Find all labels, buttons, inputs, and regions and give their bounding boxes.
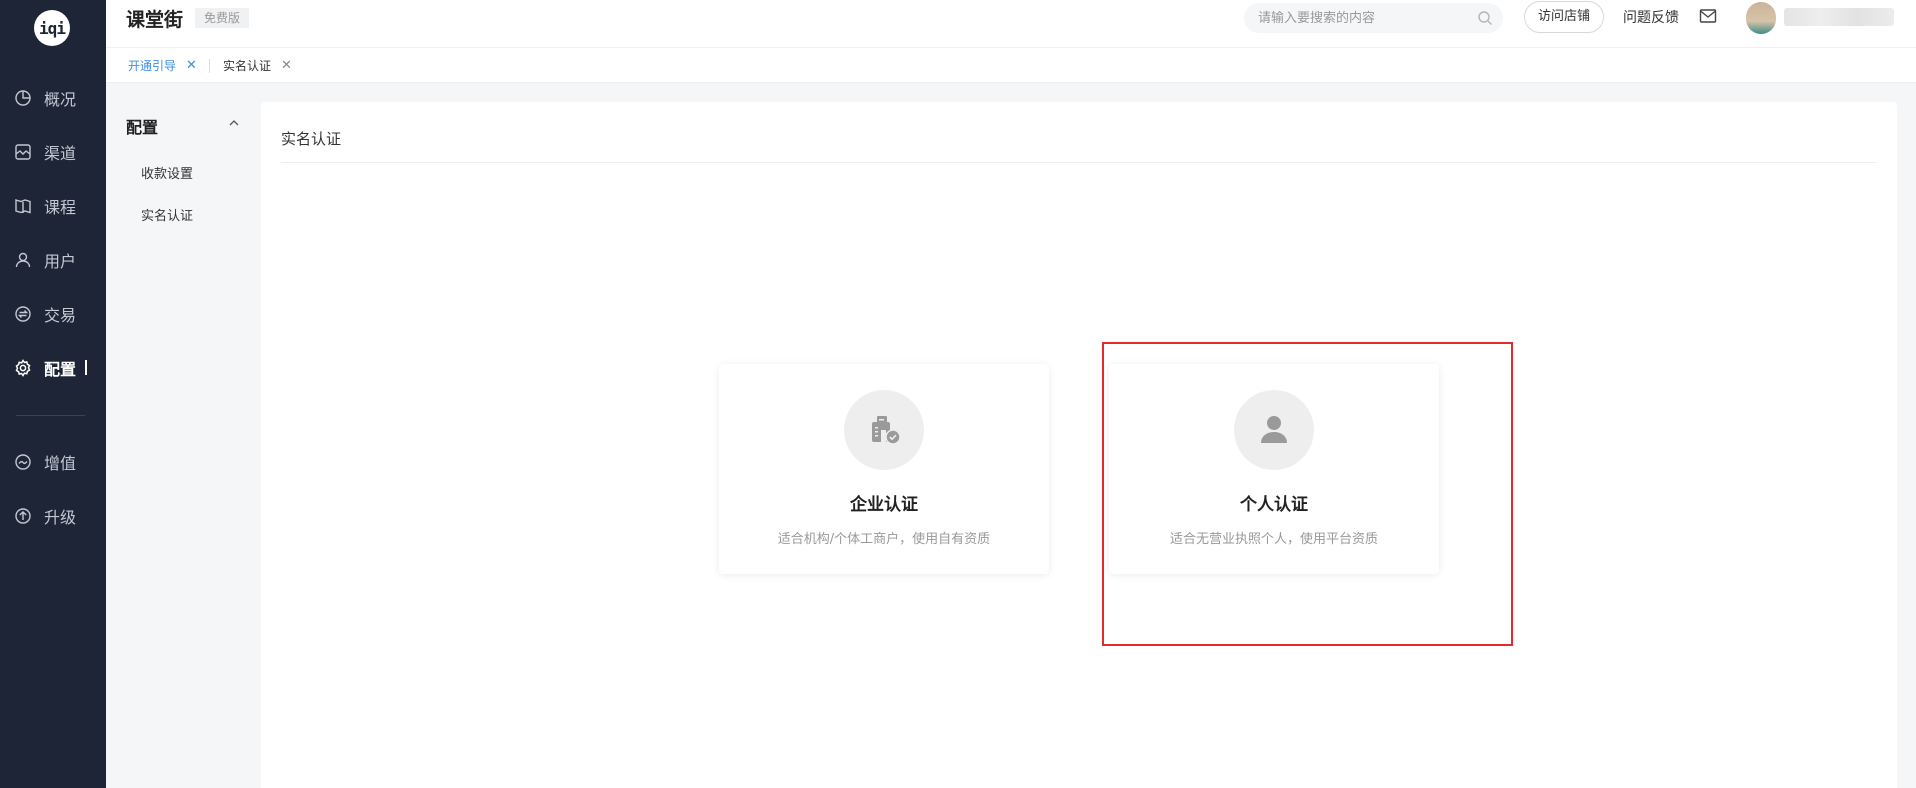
nav-label-channel: 渠道 bbox=[44, 144, 77, 163]
nav-label-config: 配置 bbox=[44, 360, 77, 379]
nav-label-overview: 概况 bbox=[44, 90, 77, 109]
config-submenu: 配置 收款设置 实名认证 bbox=[106, 84, 261, 788]
tab-onboarding-guide[interactable]: 开通引导 ✕ bbox=[128, 57, 197, 74]
user-avatar[interactable] bbox=[1746, 2, 1776, 34]
search-icon[interactable] bbox=[1477, 10, 1493, 26]
nav-label-value-added: 增值 bbox=[44, 454, 77, 473]
card-description: 适合机构/个体工商户，使用自有资质 bbox=[777, 532, 991, 547]
pie-chart-icon bbox=[15, 90, 31, 106]
personal-icon-circle bbox=[1234, 390, 1314, 470]
page-title: 实名认证 bbox=[281, 130, 342, 148]
card-description: 适合无营业执照个人，使用平台资质 bbox=[1169, 532, 1378, 547]
nav-item-trade[interactable]: 交易 bbox=[0, 298, 106, 330]
tab-real-name-auth[interactable]: 实名认证 ✕ bbox=[223, 57, 292, 74]
close-icon[interactable]: ✕ bbox=[281, 58, 292, 73]
mail-icon[interactable] bbox=[1699, 8, 1717, 24]
nav-label-user: 用户 bbox=[44, 252, 77, 271]
exchange-icon bbox=[15, 306, 31, 322]
nav-item-overview[interactable]: 概况 bbox=[0, 82, 106, 114]
plan-badge: 免费版 bbox=[195, 8, 250, 28]
chevron-up-icon[interactable] bbox=[228, 117, 240, 129]
user-name-blurred[interactable] bbox=[1784, 8, 1894, 26]
search-input[interactable] bbox=[1244, 3, 1464, 33]
channel-icon bbox=[15, 144, 31, 160]
card-title: 个人认证 bbox=[1240, 495, 1308, 515]
visit-store-button[interactable]: 访问店铺 bbox=[1524, 1, 1604, 33]
app-title: 课堂街 bbox=[126, 9, 184, 31]
search-box bbox=[1244, 3, 1503, 33]
page-tabs: 开通引导 ✕ 实名认证 ✕ bbox=[106, 47, 1916, 83]
book-icon bbox=[15, 199, 31, 214]
nav-item-user[interactable]: 用户 bbox=[0, 244, 106, 276]
gear-icon bbox=[15, 359, 31, 377]
submenu-item-real-name-auth[interactable]: 实名认证 bbox=[141, 205, 193, 224]
nav-item-channel[interactable]: 渠道 bbox=[0, 136, 106, 168]
active-indicator bbox=[85, 360, 87, 375]
nav-item-value-added[interactable]: 增值 bbox=[0, 446, 106, 478]
enterprise-icon-circle bbox=[844, 390, 924, 470]
nav-label-course: 课程 bbox=[44, 198, 77, 217]
tab-divider bbox=[209, 59, 210, 73]
left-nav: iqi 概况 渠道 课程 用户 交易 配置 增值 升级 bbox=[0, 0, 106, 788]
nav-item-config[interactable]: 配置 bbox=[0, 352, 106, 384]
nav-item-course[interactable]: 课程 bbox=[0, 190, 106, 222]
personal-auth-card[interactable]: 个人认证 适合无营业执照个人，使用平台资质 bbox=[1109, 364, 1439, 574]
title-divider bbox=[281, 162, 1877, 163]
app-root: iqi 概况 渠道 课程 用户 交易 配置 增值 升级 课堂街 免费版 请输入要… bbox=[0, 0, 1916, 788]
feedback-link[interactable]: 问题反馈 bbox=[1623, 7, 1679, 27]
user-icon bbox=[15, 252, 31, 268]
nav-label-upgrade: 升级 bbox=[44, 508, 77, 527]
nav-divider bbox=[16, 415, 85, 416]
enterprise-auth-card[interactable]: 企业认证 适合机构/个体工商户，使用自有资质 bbox=[719, 364, 1049, 574]
tab-label: 开通引导 bbox=[128, 59, 177, 73]
nav-item-upgrade[interactable]: 升级 bbox=[0, 500, 106, 532]
upgrade-icon bbox=[15, 508, 31, 524]
value-added-icon bbox=[15, 454, 31, 470]
app-logo[interactable]: iqi bbox=[34, 10, 70, 46]
close-icon[interactable]: ✕ bbox=[186, 58, 197, 73]
person-icon bbox=[1261, 416, 1287, 443]
main-panel: 实名认证 企业认证 适合机构/个体工商户，使用自有资质 个人认证 适合无营业执照… bbox=[261, 102, 1897, 788]
tab-label: 实名认证 bbox=[223, 59, 272, 73]
card-title: 企业认证 bbox=[850, 495, 918, 515]
top-header: 课堂街 免费版 访问店铺 问题反馈 bbox=[106, 0, 1916, 47]
submenu-title[interactable]: 配置 bbox=[126, 114, 158, 138]
nav-label-trade: 交易 bbox=[44, 306, 77, 325]
logo-text: iqi bbox=[39, 18, 66, 38]
submenu-item-payment-settings[interactable]: 收款设置 bbox=[141, 163, 193, 182]
building-check-icon bbox=[872, 416, 901, 445]
